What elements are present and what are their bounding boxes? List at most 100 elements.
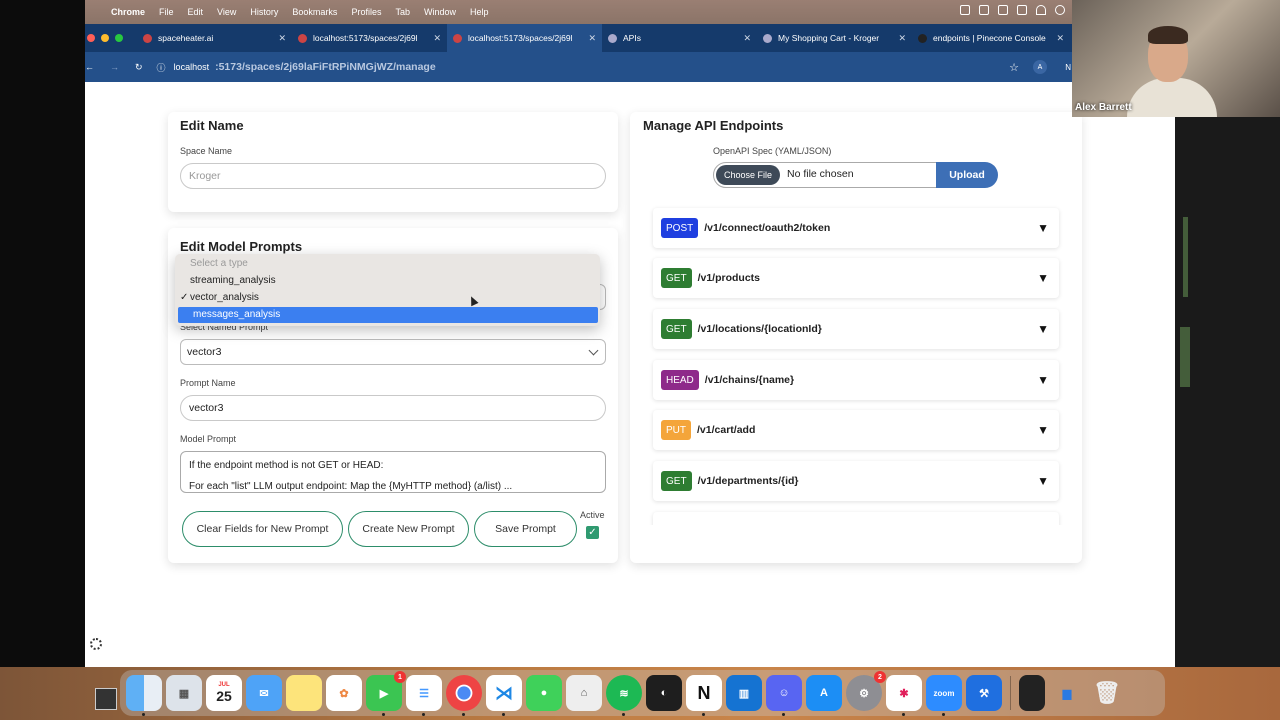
tab-favicon-icon (763, 33, 772, 43)
expand-triangle-icon[interactable]: ▼ (1037, 221, 1049, 235)
space-name-input[interactable]: Kroger (180, 163, 606, 189)
expand-triangle-icon[interactable]: ▼ (1037, 373, 1049, 387)
tab-close-icon[interactable]: ✕ (433, 33, 441, 44)
photos-icon[interactable]: ✿ (326, 675, 362, 711)
status-icons (960, 5, 1065, 15)
endpoint-row[interactable]: GET/v1/products ▼ (653, 258, 1059, 298)
spec-label: OpenAPI Spec (YAML/JSON) (713, 146, 832, 156)
endpoint-row[interactable]: GET/v1/locations/{locationId} ▼ (653, 309, 1059, 349)
messages-icon[interactable]: ● (526, 675, 562, 711)
zoom-window-icon[interactable] (115, 34, 123, 42)
menu-bookmarks[interactable]: Bookmarks (292, 7, 337, 17)
menu-tab[interactable]: Tab (395, 7, 410, 17)
slack-icon[interactable]: ✱ (886, 675, 922, 716)
prompt-name-input[interactable]: vector3 (180, 395, 606, 421)
tab-close-icon[interactable]: ✕ (588, 33, 596, 44)
endpoint-row[interactable]: HEAD/v1/chains/{name} ▼ (653, 360, 1059, 400)
tab-spaceheater[interactable]: spaceheater.ai ✕ (137, 24, 292, 52)
wifi-icon[interactable] (1036, 5, 1046, 15)
spotify-icon[interactable]: ≋ (606, 675, 642, 716)
notion-icon[interactable]: N (686, 675, 722, 716)
trello-icon[interactable]: ▥ (726, 675, 762, 711)
profile-avatar[interactable]: A (1033, 60, 1047, 74)
menubar-app-name[interactable]: Chrome (111, 7, 145, 17)
choose-file-button[interactable]: Choose File (716, 165, 780, 185)
tab-label: localhost:5173/spaces/2j69l (313, 33, 418, 43)
status-icon[interactable] (1017, 5, 1027, 15)
settings-gear-icon[interactable] (90, 638, 102, 650)
finder-icon[interactable] (126, 675, 162, 716)
tab-close-icon[interactable]: ✕ (898, 33, 906, 44)
expand-triangle-icon[interactable]: ▼ (1037, 423, 1049, 437)
chrome-icon[interactable] (446, 675, 482, 716)
facetime-icon[interactable]: ▶ 1 (366, 671, 406, 716)
trash-icon[interactable]: 🗑 (1089, 675, 1125, 711)
tab-close-icon[interactable]: ✕ (1056, 33, 1064, 44)
tab-favicon-icon (298, 33, 307, 43)
bookmark-star-icon[interactable]: ☆ (1009, 61, 1019, 74)
tab-apis[interactable]: APIs ✕ (602, 24, 757, 52)
expand-triangle-icon[interactable]: ▼ (1037, 322, 1049, 336)
menu-edit[interactable]: Edit (188, 7, 204, 17)
space-name-label: Space Name (180, 146, 233, 156)
reload-icon[interactable]: ↻ (135, 62, 143, 73)
forward-icon[interactable]: → (110, 62, 119, 73)
create-prompt-button[interactable]: Create New Prompt (348, 511, 469, 547)
save-prompt-button[interactable]: Save Prompt (474, 511, 577, 547)
menu-view[interactable]: View (217, 7, 236, 17)
tab-localhost-1[interactable]: localhost:5173/spaces/2j69l ✕ (292, 24, 447, 52)
preview-icon[interactable]: ⌂ (566, 675, 602, 711)
status-icon[interactable] (960, 5, 970, 15)
notes-icon[interactable] (286, 675, 322, 711)
discord-icon[interactable]: ☺ (766, 675, 802, 716)
dock-folder-icon[interactable]: ▆ (1049, 675, 1085, 711)
search-icon[interactable] (1055, 5, 1065, 15)
system-settings-icon[interactable]: ⚙ 2 (846, 671, 886, 711)
menu-history[interactable]: History (250, 7, 278, 17)
url-field[interactable]: ⓘ localhost:5173/spaces/2j69laFiFtRPiNMG… (157, 61, 436, 74)
endpoint-row[interactable]: GET/v1/departments/{id} ▼ (653, 461, 1059, 501)
endpoint-row[interactable]: POST/v1/connect/oauth2/token ▼ (653, 208, 1059, 248)
tab-kroger[interactable]: My Shopping Cart - Kroger ✕ (757, 24, 912, 52)
menu-profiles[interactable]: Profiles (351, 7, 381, 17)
status-icon[interactable] (979, 5, 989, 15)
menu-file[interactable]: File (159, 7, 174, 17)
dropdown-option-highlighted[interactable]: messages_analysis (178, 307, 598, 323)
launchpad-icon[interactable]: ▦ (166, 675, 202, 711)
zoom-icon[interactable]: zoom (926, 675, 962, 716)
mail-icon[interactable]: ✉ (246, 675, 282, 711)
model-prompt-textarea[interactable]: If the endpoint method is not GET or HEA… (180, 451, 606, 493)
menu-help[interactable]: Help (470, 7, 489, 17)
vscode-icon[interactable]: ⋊ (486, 675, 522, 716)
tab-close-icon[interactable]: ✕ (278, 33, 286, 44)
minimize-window-icon[interactable] (101, 34, 109, 42)
status-icon[interactable] (998, 5, 1008, 15)
app-store-icon[interactable]: A (806, 675, 842, 711)
dropdown-option[interactable]: streaming_analysis (175, 273, 600, 289)
figma-icon[interactable]: ◐ (646, 675, 682, 711)
endpoint-row[interactable]: PUT/v1/cart/add ▼ (653, 410, 1059, 450)
reminders-icon[interactable]: ☰ (406, 675, 442, 716)
method-badge: POST (661, 218, 699, 238)
dropdown-option[interactable]: vector_analysis (175, 290, 600, 306)
menu-window[interactable]: Window (424, 7, 456, 17)
tab-localhost-active[interactable]: localhost:5173/spaces/2j69l ✕ (447, 24, 602, 52)
close-window-icon[interactable] (87, 34, 95, 42)
select-named-prompt[interactable]: vector3 (180, 339, 606, 365)
expand-triangle-icon[interactable]: ▼ (1037, 271, 1049, 285)
clear-fields-button[interactable]: Clear Fields for New Prompt (182, 511, 343, 547)
calendar-icon[interactable]: JUL 25 (206, 675, 242, 711)
back-icon[interactable]: ← (85, 62, 94, 73)
tab-label: My Shopping Cart - Kroger (778, 33, 880, 43)
profile-avatar-2[interactable]: N (1065, 63, 1071, 72)
xcode-icon[interactable]: ⚒ (966, 675, 1002, 711)
upload-button[interactable]: Upload (936, 162, 998, 188)
active-checkbox[interactable]: ✓ (586, 526, 599, 539)
site-info-icon[interactable]: ⓘ (157, 61, 166, 74)
expand-triangle-icon[interactable]: ▼ (1037, 474, 1049, 488)
dock-window-thumbnail[interactable] (95, 688, 117, 710)
endpoint-row[interactable] (653, 512, 1059, 525)
tab-close-icon[interactable]: ✕ (743, 33, 751, 44)
dock-document-icon[interactable] (1019, 675, 1045, 711)
tab-pinecone[interactable]: endpoints | Pinecone Console ✕ (912, 24, 1070, 52)
